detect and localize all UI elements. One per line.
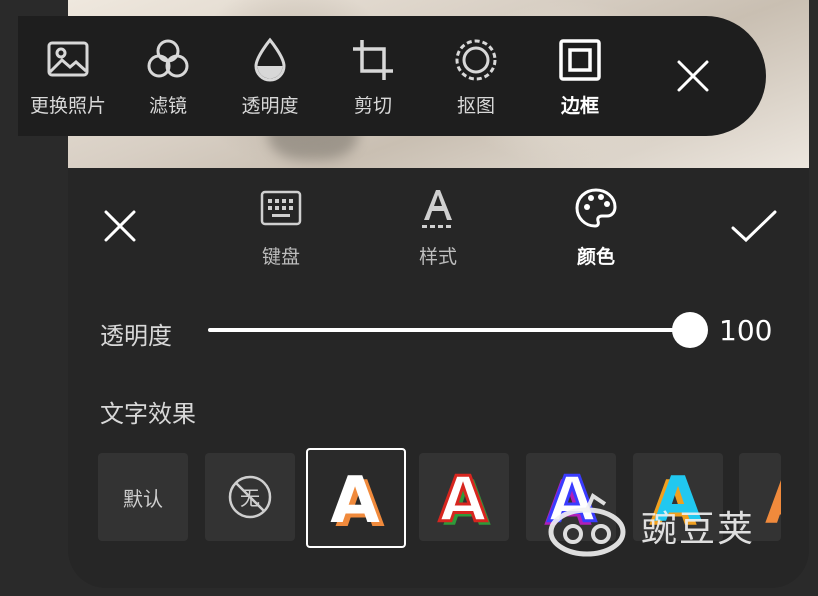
image-icon — [47, 41, 89, 77]
cutout-icon — [455, 39, 497, 81]
border-frame-icon — [559, 39, 601, 81]
filter-icon — [147, 39, 189, 78]
check-icon[interactable] — [729, 206, 779, 246]
tab-keyboard[interactable]: 键盘 — [231, 180, 331, 270]
effect-default[interactable]: 默认 — [98, 453, 188, 541]
tool-filter[interactable]: 滤镜 — [118, 16, 218, 136]
opacity-value: 100 — [719, 314, 773, 347]
tool-label: 边框 — [560, 95, 599, 117]
text-effects-label: 文字效果 — [100, 400, 196, 428]
palette-icon — [575, 188, 617, 228]
tool-border[interactable]: 边框 — [530, 16, 630, 136]
tool-opacity[interactable]: 透明度 — [220, 16, 320, 136]
watermark-text: 豌豆荚 — [641, 509, 756, 550]
tab-style[interactable]: 样式 — [388, 180, 488, 270]
effect-orange-shadow[interactable]: A A — [306, 448, 406, 548]
watermark-logo-icon — [548, 493, 626, 557]
svg-text:A: A — [439, 463, 487, 536]
watermark: 豌豆荚 — [545, 490, 785, 560]
tool-label: 抠图 — [456, 95, 495, 117]
tool-cutout[interactable]: 抠图 — [426, 16, 526, 136]
effect-default-label: 默认 — [123, 487, 163, 511]
tool-change-photo[interactable]: 更换照片 — [18, 16, 118, 136]
tab-label: 键盘 — [261, 246, 300, 268]
tab-label: 颜色 — [576, 246, 615, 268]
tool-crop[interactable]: 剪切 — [323, 16, 423, 136]
crop-icon — [353, 40, 393, 80]
tool-label: 滤镜 — [148, 95, 187, 117]
effect-none[interactable]: 无 — [205, 453, 295, 541]
keyboard-icon — [260, 190, 302, 226]
opacity-label: 透明度 — [100, 322, 172, 350]
close-icon[interactable] — [673, 56, 713, 96]
svg-text:A: A — [330, 464, 380, 538]
tool-label: 透明度 — [241, 95, 299, 117]
tab-label: 样式 — [418, 246, 457, 268]
opacity-drop-icon — [254, 37, 286, 82]
text-style-icon — [422, 190, 452, 228]
tab-color[interactable]: 颜色 — [546, 180, 646, 270]
tool-label: 更换照片 — [29, 95, 106, 117]
effect-none-label: 无 — [240, 486, 260, 510]
none-icon: 无 — [228, 475, 272, 519]
letter-a-red-green: A A — [438, 462, 492, 541]
edit-toolbar: 更换照片 滤镜 透明度 剪切 抠图 边框 — [18, 16, 766, 136]
tool-label: 剪切 — [353, 95, 392, 117]
effect-red-green-outline[interactable]: A A — [419, 453, 509, 541]
letter-a-orange-shadow: A A — [330, 464, 385, 542]
close-icon[interactable] — [100, 206, 140, 246]
opacity-slider-track[interactable] — [208, 328, 690, 332]
opacity-slider-thumb[interactable] — [672, 312, 708, 348]
